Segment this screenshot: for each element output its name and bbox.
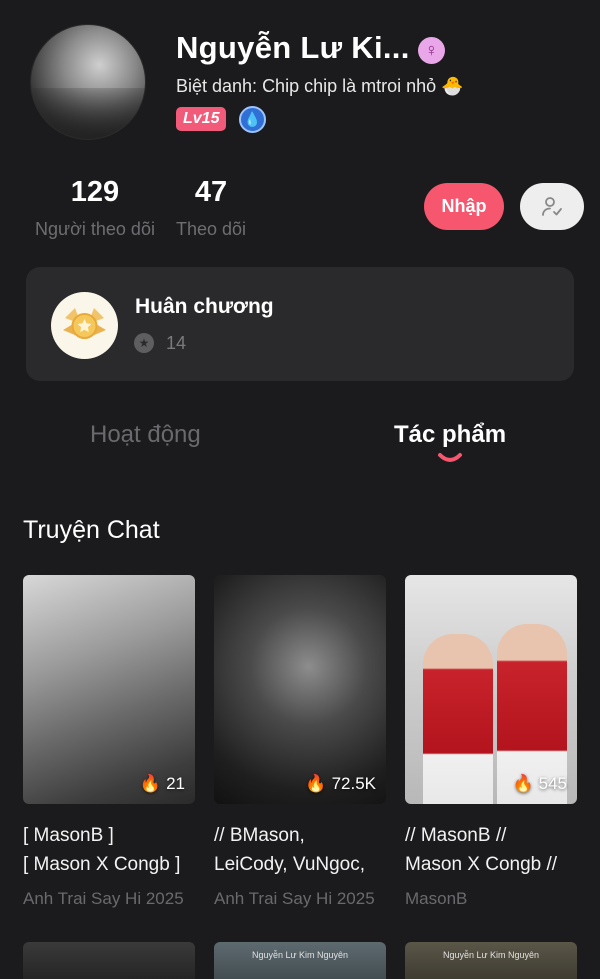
follow-user-button[interactable]	[520, 183, 584, 230]
story-cover-image[interactable]: 🔥 72.5K	[214, 575, 386, 804]
female-gender-icon: ♀	[418, 37, 445, 64]
following-count: 47	[194, 176, 228, 208]
peek-cover-text: Nguyễn Lư Kim Nguyên	[251, 950, 349, 960]
story-title[interactable]: [ MasonB ] [ Mason X Congb ]	[23, 821, 203, 879]
medal-count: 14	[166, 333, 187, 353]
story-card[interactable]: 🔥 545 // MasonB // Mason X Congb // Maso…	[405, 575, 577, 909]
join-button[interactable]: Nhập	[424, 183, 504, 230]
avatar[interactable]	[30, 24, 146, 140]
tab-works[interactable]: Tác phẩm	[394, 421, 506, 449]
story-title-line: [ Mason X Congb ]	[23, 854, 181, 875]
star-badge-icon: ★	[134, 333, 154, 353]
tab-activity[interactable]: Hoạt động	[90, 421, 201, 449]
flame-icon: 🔥	[139, 774, 162, 793]
level-badge[interactable]: Lv15	[176, 107, 227, 131]
active-tab-indicator	[438, 453, 462, 462]
story-subtitle: MasonB	[405, 889, 468, 908]
followers-stat[interactable]: 129 Người theo dõi	[32, 176, 158, 240]
followers-label: Người theo dõi	[35, 219, 155, 239]
story-subtitle: Anh Trai Say Hi 2025	[23, 889, 184, 908]
flame-icon: 🔥	[512, 774, 534, 793]
profile-header: Nguyễn Lư Ki... ♀ Biệt danh: Chip chip l…	[0, 0, 600, 260]
following-stat[interactable]: 47 Theo dõi	[173, 176, 249, 240]
peek-cover-text: Nguyễn Lư Kim Nguyên	[442, 950, 540, 960]
water-drop-badge-icon[interactable]: 💧	[239, 106, 266, 133]
story-card[interactable]: 🔥 72.5K // BMason, LeiCody, VuNgoc, Anh …	[214, 575, 386, 909]
story-title-line: Mason X Congb //	[405, 854, 558, 875]
story-title-line: // BMason,	[214, 825, 305, 846]
story-title[interactable]: // BMason, LeiCody, VuNgoc,	[214, 821, 394, 879]
flame-icon: 🔥	[305, 774, 327, 793]
story-cover-peek[interactable]: Nguyễn Lư Kim Nguyên	[405, 942, 577, 979]
story-cover-image[interactable]: 🔥 21	[23, 575, 195, 804]
cover-figure	[423, 634, 493, 804]
medal-title: Huân chương	[135, 295, 274, 318]
story-popularity: 🔥 545	[512, 774, 567, 794]
user-check-icon	[542, 197, 562, 216]
story-count: 545	[538, 774, 567, 793]
story-cover-image[interactable]: 🔥 545	[405, 575, 577, 804]
story-subtitle: Anh Trai Say Hi 2025	[214, 889, 375, 908]
story-title[interactable]: // MasonB // Mason X Congb //	[405, 821, 585, 879]
story-title-line: // MasonB //	[405, 825, 507, 846]
story-count: 72.5K	[331, 774, 376, 793]
story-cover-peek[interactable]: Nguyễn Lư Kim Nguyên	[214, 942, 386, 979]
story-title-line: LeiCody, VuNgoc,	[214, 854, 366, 875]
profile-name: Nguyễn Lư Ki...	[176, 30, 410, 65]
story-popularity: 🔥 72.5K	[305, 774, 376, 794]
following-label: Theo dõi	[175, 219, 247, 239]
medal-icon	[51, 292, 118, 359]
medal-card[interactable]: Huân chương ★ 14	[26, 267, 574, 381]
story-popularity: 🔥 21	[140, 774, 185, 794]
story-title-line: [ MasonB ]	[23, 825, 114, 846]
story-card[interactable]: 🔥 21 [ MasonB ] [ Mason X Congb ] Anh Tr…	[23, 575, 195, 909]
story-cover-peek[interactable]	[23, 942, 195, 979]
story-count: 21	[166, 774, 185, 793]
followers-count: 129	[70, 176, 120, 208]
section-title: Truyện Chat	[23, 516, 160, 544]
nickname: Biệt danh: Chip chip là mtroi nhỏ 🐣	[176, 76, 464, 96]
